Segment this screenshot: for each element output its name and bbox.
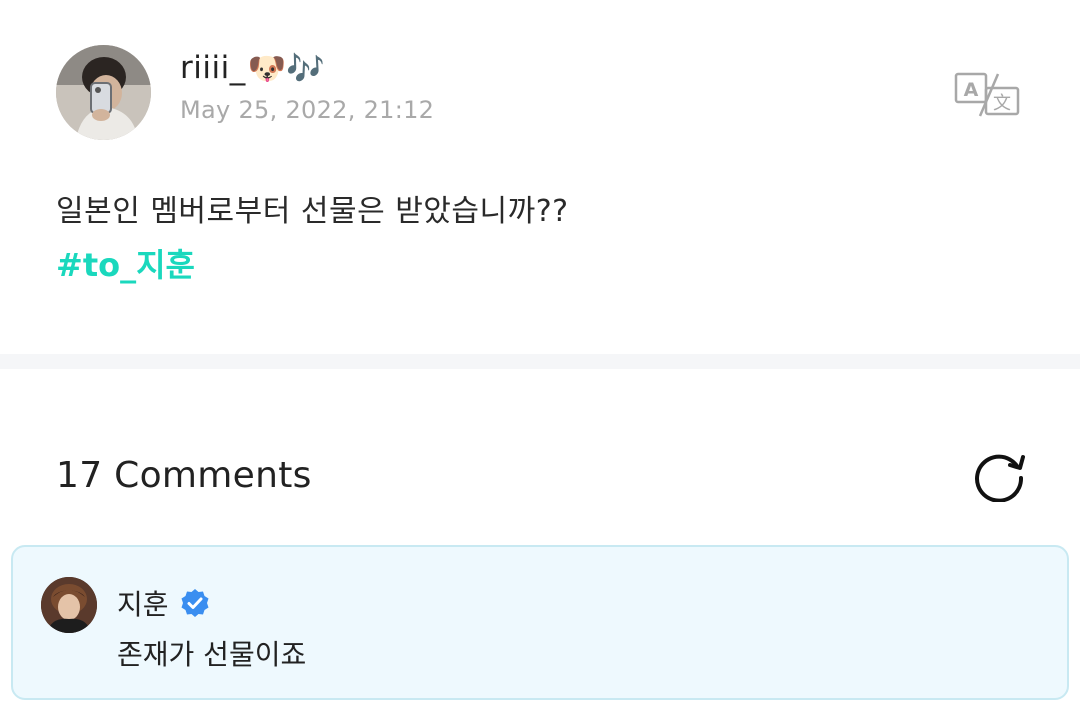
author-avatar[interactable] [56,45,151,140]
author-name-emoji: 🐶🎶 [247,50,325,87]
hashtag-link[interactable]: #to_지훈 [56,240,195,286]
author-name-text: riiii_ [180,50,246,86]
refresh-icon [975,454,1025,503]
comments-count-heading: 17 Comments [56,455,312,496]
translate-icon: A 文 [954,72,1020,117]
svg-text:文: 文 [993,93,1011,114]
post-body: 일본인 멤버로부터 선물은 받았습니까?? [56,194,569,229]
author-block: riiii_ 🐶🎶 May 25, 2022, 21:12 [180,46,434,124]
post-card: riiii_ 🐶🎶 May 25, 2022, 21:12 A 文 일본인 멤버… [0,0,1080,354]
comment-item[interactable]: 지훈 존재가 선물이죠 [11,545,1069,700]
comment-author[interactable]: 지훈 [117,583,211,623]
comment-author-name: 지훈 [117,588,169,621]
author-name[interactable]: riiii_ 🐶🎶 [180,46,434,90]
section-divider [0,354,1080,369]
post-date: May 25, 2022, 21:12 [180,96,435,124]
refresh-button[interactable] [970,448,1028,503]
translate-button[interactable]: A 文 [950,68,1024,122]
comment-author-avatar[interactable] [41,577,97,633]
svg-text:A: A [964,79,979,101]
verified-badge-icon [181,589,209,617]
comment-text: 존재가 선물이죠 [117,638,307,671]
profile-photo-icon [56,45,151,140]
profile-photo-icon [41,577,97,633]
